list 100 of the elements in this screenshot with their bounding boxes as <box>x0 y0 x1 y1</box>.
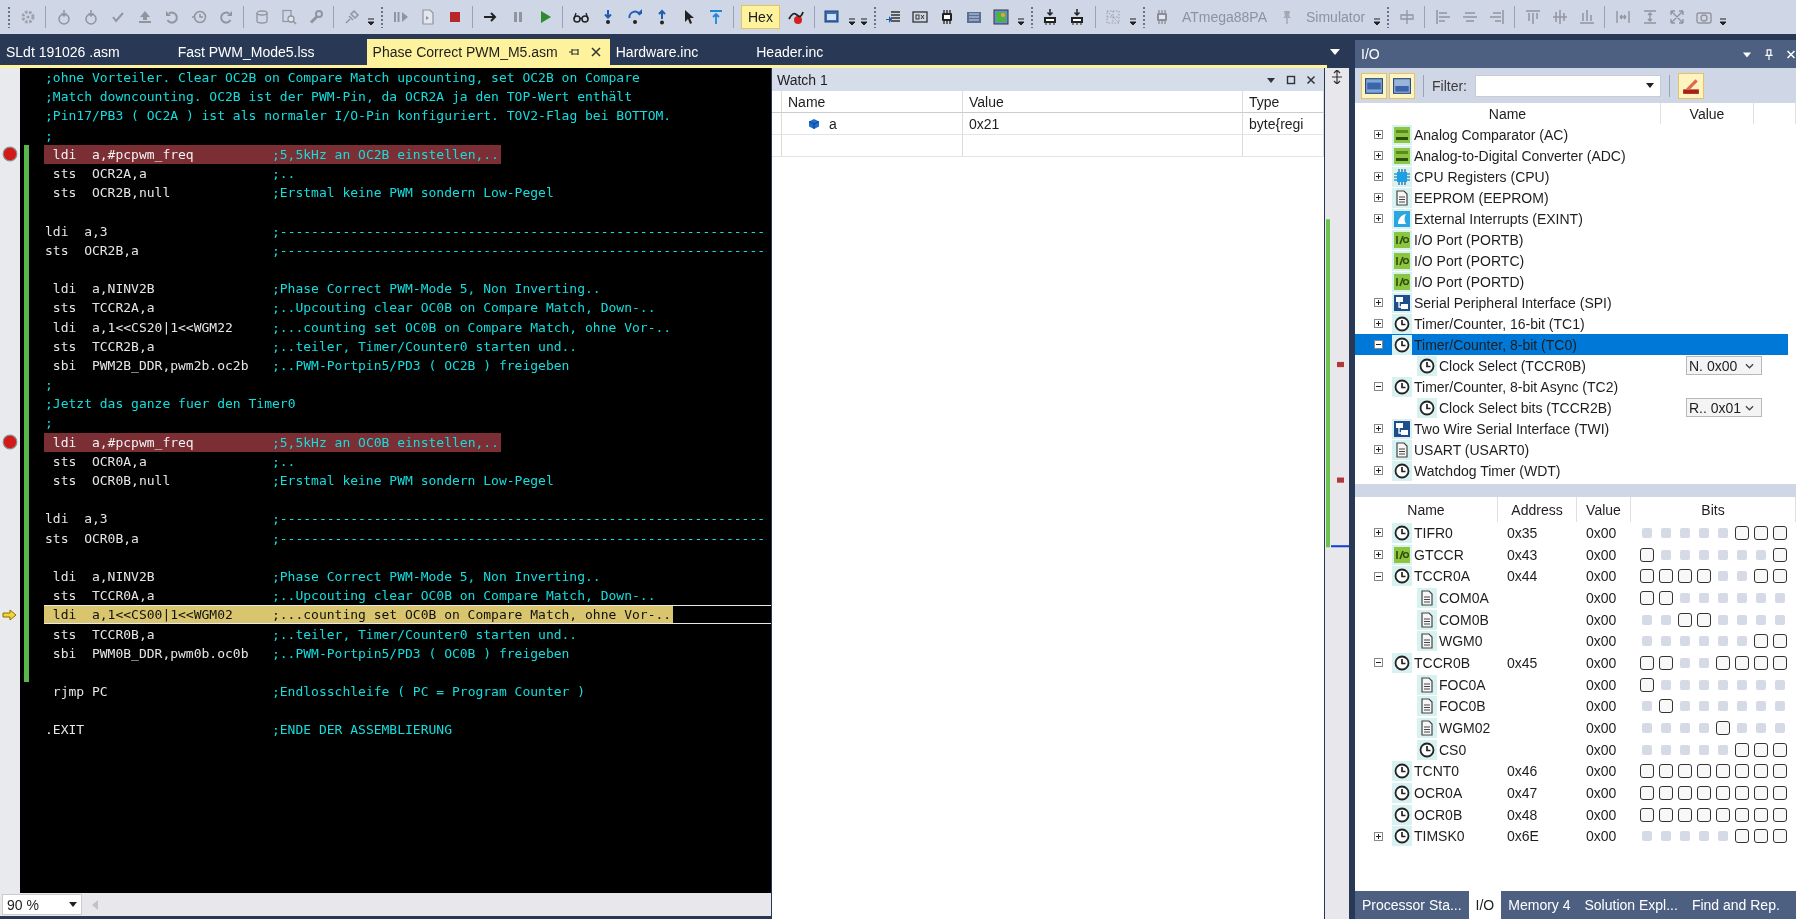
bit-checkbox[interactable] <box>1735 764 1749 779</box>
dropdown-caret-icon[interactable] <box>1330 49 1340 55</box>
expand-icon[interactable] <box>1374 172 1383 181</box>
bit-checkbox[interactable] <box>1659 655 1673 670</box>
column-header[interactable]: Value <box>1577 497 1631 522</box>
bit-checkbox[interactable] <box>1659 786 1673 801</box>
bit-checkbox[interactable] <box>1754 634 1768 649</box>
collapse-icon[interactable] <box>1374 340 1383 349</box>
split-icon[interactable] <box>1331 70 1343 84</box>
panel-tab[interactable]: Memory 4 <box>1501 891 1578 919</box>
hex-button[interactable]: Hex <box>741 5 780 29</box>
view-button[interactable] <box>1361 72 1387 99</box>
view-button[interactable] <box>1389 72 1415 99</box>
document-tab[interactable]: Fast PWM_Mode5.lss <box>171 39 367 65</box>
bit-checkbox[interactable] <box>1773 742 1787 757</box>
close-icon[interactable] <box>589 46 602 58</box>
bit-checkbox[interactable] <box>1640 590 1654 605</box>
column-header[interactable]: Address <box>1498 497 1577 522</box>
bit-checkbox[interactable] <box>1754 786 1768 801</box>
caret-icon[interactable] <box>1719 16 1728 26</box>
register-box-icon[interactable] <box>912 9 929 25</box>
bit-checkbox[interactable] <box>1754 764 1768 779</box>
bit-checkbox[interactable] <box>1678 807 1692 822</box>
bit-checkbox[interactable] <box>1659 764 1673 779</box>
tree-item[interactable]: Clock Select (TCCR0B) N. 0x00 <box>1355 355 1788 376</box>
zoom-dropdown[interactable]: 90 % <box>2 894 82 915</box>
expand-icon[interactable] <box>1374 214 1383 223</box>
bit-checkbox[interactable] <box>1773 829 1787 844</box>
clear-button[interactable] <box>1678 72 1704 99</box>
bit-checkbox[interactable] <box>1697 786 1711 801</box>
bit-checkbox[interactable] <box>1640 677 1654 692</box>
bit-checkbox[interactable] <box>1697 612 1711 627</box>
bit-checkbox[interactable] <box>1735 742 1749 757</box>
bit-checkbox[interactable] <box>1773 634 1787 649</box>
bit-checkbox[interactable] <box>1640 569 1654 584</box>
bit-checkbox[interactable] <box>1754 829 1768 844</box>
bit-checkbox[interactable] <box>1773 569 1787 584</box>
expand-icon[interactable] <box>1374 319 1383 328</box>
column-header[interactable]: Type <box>1243 91 1324 113</box>
expand-icon[interactable] <box>1374 298 1383 307</box>
toolbar-grip[interactable] <box>380 6 384 28</box>
expand-icon[interactable] <box>1374 466 1383 475</box>
bit-checkbox[interactable] <box>1754 569 1768 584</box>
document-tab[interactable]: SLdt 191026 .asm <box>0 39 172 65</box>
document-tab[interactable]: Phase Correct PWM_M5.asm <box>366 39 610 65</box>
breakpoint-off-icon[interactable] <box>788 9 805 25</box>
panel-tab[interactable]: Find and Rep. <box>1684 891 1787 919</box>
panel-tab[interactable]: I/O <box>1468 891 1502 919</box>
value-dropdown[interactable]: N. 0x00 <box>1686 356 1762 375</box>
bit-checkbox[interactable] <box>1754 525 1768 540</box>
list-icon[interactable] <box>885 9 902 25</box>
bit-checkbox[interactable] <box>1678 786 1692 801</box>
step-over-icon[interactable] <box>626 9 643 25</box>
image-icon[interactable] <box>993 9 1010 25</box>
column-header[interactable]: Name <box>782 91 963 113</box>
window-icon[interactable] <box>824 9 841 25</box>
bit-checkbox[interactable] <box>1773 807 1787 822</box>
bit-checkbox[interactable] <box>1773 764 1787 779</box>
expand-icon[interactable] <box>1374 424 1383 433</box>
tree-item[interactable]: Two Wire Serial Interface (TWI) <box>1355 418 1788 439</box>
panel-tab[interactable]: Processor Sta... <box>1355 891 1469 919</box>
bit-checkbox[interactable] <box>1773 547 1787 562</box>
tree-item[interactable]: I/O Port (PORTD) <box>1355 271 1788 292</box>
bit-checkbox[interactable] <box>1773 655 1787 670</box>
expand-icon[interactable] <box>1374 831 1383 841</box>
bit-checkbox[interactable] <box>1697 807 1711 822</box>
bit-checkbox[interactable] <box>1716 764 1730 779</box>
pin-icon[interactable] <box>567 46 580 58</box>
collapse-icon[interactable] <box>1374 658 1383 668</box>
bit-checkbox[interactable] <box>1735 829 1749 844</box>
filter-field[interactable] <box>1475 74 1661 97</box>
bit-checkbox[interactable] <box>1735 807 1749 822</box>
column-header[interactable]: Bits <box>1631 497 1796 522</box>
bit-checkbox[interactable] <box>1659 699 1673 714</box>
column-header[interactable]: Name <box>1355 103 1661 124</box>
panel-tab[interactable]: Solution Expl... <box>1577 891 1685 919</box>
bit-checkbox[interactable] <box>1735 525 1749 540</box>
expand-icon[interactable] <box>1374 130 1383 139</box>
collapse-icon[interactable] <box>1374 571 1383 581</box>
expand-icon[interactable] <box>1374 193 1383 202</box>
bit-checkbox[interactable] <box>1754 742 1768 757</box>
memory-icon[interactable] <box>966 9 983 25</box>
tree-item[interactable]: Clock Select bits (TCCR2B) R.. 0x01 <box>1355 397 1788 418</box>
tree-item[interactable]: CPU Registers (CPU) <box>1355 166 1788 187</box>
bit-checkbox[interactable] <box>1697 764 1711 779</box>
bit-checkbox[interactable] <box>1716 655 1730 670</box>
tree-item[interactable]: I/O Port (PORTB) <box>1355 229 1788 250</box>
bit-checkbox[interactable] <box>1697 569 1711 584</box>
bit-checkbox[interactable] <box>1640 764 1654 779</box>
bit-checkbox[interactable] <box>1735 786 1749 801</box>
bit-checkbox[interactable] <box>1659 569 1673 584</box>
bit-checkbox[interactable] <box>1754 655 1768 670</box>
bit-checkbox[interactable] <box>1640 547 1654 562</box>
bit-checkbox[interactable] <box>1678 764 1692 779</box>
close-icon[interactable] <box>1306 74 1316 85</box>
expand-icon[interactable] <box>1374 550 1383 560</box>
pin-icon[interactable] <box>1764 48 1774 60</box>
tree-item[interactable]: Timer/Counter, 16-bit (TC1) <box>1355 313 1788 334</box>
caret-icon[interactable] <box>1373 16 1382 26</box>
value-dropdown[interactable]: R.. 0x01 <box>1686 398 1762 417</box>
